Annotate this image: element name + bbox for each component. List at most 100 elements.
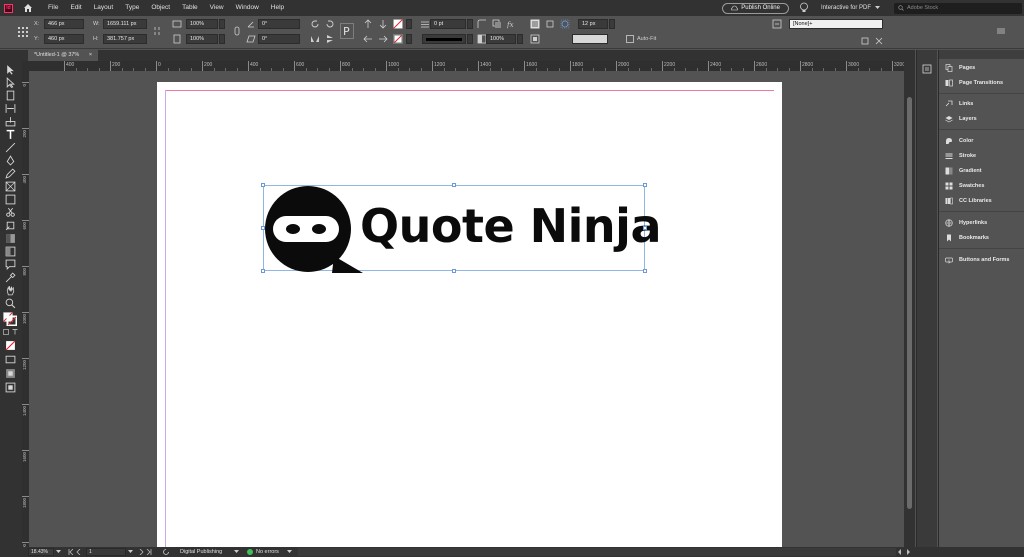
- panel-color[interactable]: Color: [945, 135, 973, 147]
- object-style-options-icon[interactable]: [860, 36, 870, 46]
- panel-bookmarks[interactable]: Bookmarks: [945, 232, 989, 244]
- stroke-type-selector[interactable]: [422, 34, 466, 44]
- panel-links[interactable]: Links: [945, 98, 973, 110]
- preflight-errors[interactable]: No errors: [256, 547, 279, 557]
- scroll-left-icon[interactable]: [897, 549, 902, 555]
- rectangle-frame-tool-icon[interactable]: [5, 181, 16, 192]
- note-tool-icon[interactable]: [5, 259, 16, 270]
- width-field[interactable]: 1659.111 px: [103, 19, 147, 29]
- horizontal-scrollbar[interactable]: [298, 548, 896, 556]
- x-field[interactable]: 466 px: [44, 19, 84, 29]
- hand-tool-icon[interactable]: [5, 285, 16, 296]
- fill-color-field[interactable]: [572, 34, 608, 44]
- panel-page-transitions[interactable]: Page Transitions: [945, 77, 1003, 89]
- vertical-scroll-thumb[interactable]: [907, 97, 912, 509]
- properties-panel-icon[interactable]: [922, 64, 932, 74]
- errors-dropdown-icon[interactable]: [287, 549, 292, 554]
- fill-stroke-swatches-icon[interactable]: [3, 312, 17, 326]
- frame-handle-bottom-left[interactable]: [261, 269, 265, 273]
- first-page-icon[interactable]: [68, 549, 74, 555]
- menu-table[interactable]: Table: [176, 0, 204, 16]
- fill-none-swatch-icon[interactable]: [393, 19, 403, 29]
- formatting-text-icon[interactable]: [12, 329, 18, 335]
- gpu-preview-icon[interactable]: [5, 382, 16, 393]
- frame-handle-bottom-right[interactable]: [643, 269, 647, 273]
- auto-fit-checkbox-icon[interactable]: [625, 34, 635, 44]
- next-page-icon[interactable]: [138, 549, 144, 555]
- apply-none-icon[interactable]: [5, 340, 16, 351]
- panel-dock-header[interactable]: [939, 50, 1024, 59]
- pencil-tool-icon[interactable]: [5, 168, 16, 179]
- panel-buttons-forms[interactable]: Buttons and Forms: [945, 254, 1009, 266]
- gap-tool-icon[interactable]: [5, 103, 16, 114]
- corner-options-icon[interactable]: [477, 19, 487, 29]
- logo-graphic-frame[interactable]: Quote Ninja: [261, 183, 661, 273]
- menu-help[interactable]: Help: [265, 0, 290, 16]
- lightbulb-icon[interactable]: [799, 2, 809, 14]
- content-collector-tool-icon[interactable]: [5, 116, 16, 127]
- y-field[interactable]: 460 px: [44, 34, 84, 44]
- screen-mode-icon[interactable]: [5, 354, 16, 365]
- panel-cc-libraries[interactable]: CC Libraries: [945, 195, 992, 207]
- text-wrap-shape-icon[interactable]: [560, 19, 570, 29]
- menu-view[interactable]: View: [204, 0, 230, 16]
- fitting-icon[interactable]: [530, 34, 540, 44]
- horizontal-ruler[interactable]: 400 200 0 200 400 600 800 1000 1200 1400 1600 1800 2…: [29, 61, 904, 71]
- scale-y-dropdown[interactable]: [219, 34, 225, 44]
- control-panel-menu-icon[interactable]: [996, 26, 1006, 36]
- menu-type[interactable]: Type: [119, 0, 145, 16]
- type-tool-icon[interactable]: [5, 129, 16, 140]
- object-style-selector[interactable]: [None]+: [789, 19, 883, 29]
- scroll-right-icon[interactable]: [906, 549, 911, 555]
- workspace-switcher[interactable]: Interactive for PDF: [821, 5, 880, 11]
- panel-gradient[interactable]: Gradient: [945, 165, 982, 177]
- select-next-icon[interactable]: [378, 34, 388, 44]
- flip-horizontal-icon[interactable]: [310, 34, 320, 44]
- frame-handle-top-left[interactable]: [261, 183, 265, 187]
- text-wrap-bounding-box-icon[interactable]: [545, 19, 555, 29]
- rotation-field[interactable]: 0°: [258, 19, 300, 29]
- panel-pages[interactable]: Pages: [945, 62, 975, 74]
- refresh-view-icon[interactable]: [162, 548, 170, 556]
- stroke-weight-field[interactable]: 0 pt: [430, 19, 466, 29]
- constrain-proportions-icon[interactable]: [152, 26, 162, 36]
- menu-window[interactable]: Window: [230, 0, 265, 16]
- drop-shadow-icon[interactable]: [492, 19, 502, 29]
- zoom-tool-icon[interactable]: [5, 298, 16, 309]
- stroke-swatch-icon[interactable]: [393, 34, 403, 44]
- home-icon[interactable]: [22, 2, 34, 14]
- preflight-profile[interactable]: Digital Publishing: [180, 547, 222, 557]
- panel-stroke[interactable]: Stroke: [945, 150, 976, 162]
- frame-handle-middle-right[interactable]: [643, 226, 647, 230]
- formatting-container-icon[interactable]: [3, 329, 9, 335]
- last-page-icon[interactable]: [146, 549, 152, 555]
- rotate-counterclockwise-icon[interactable]: [325, 19, 335, 29]
- scale-y-field[interactable]: 100%: [186, 34, 218, 44]
- panel-swatches[interactable]: Swatches: [945, 180, 984, 192]
- tab-close-icon[interactable]: ×: [89, 52, 92, 58]
- document-tab[interactable]: *Untitled-1 @ 37% ×: [28, 50, 99, 61]
- pasteboard[interactable]: Quote Ninja: [29, 71, 904, 547]
- gradient-feather-tool-icon[interactable]: [5, 246, 16, 257]
- pen-tool-icon[interactable]: [5, 155, 16, 166]
- menu-layout[interactable]: Layout: [88, 0, 120, 16]
- frame-handle-top-center[interactable]: [452, 183, 456, 187]
- select-container-icon[interactable]: [363, 19, 373, 29]
- select-content-icon[interactable]: [378, 19, 388, 29]
- preflight-dropdown-icon[interactable]: [234, 549, 239, 554]
- stroke-dropdown[interactable]: [406, 34, 412, 44]
- line-tool-icon[interactable]: [5, 142, 16, 153]
- adobe-stock-search-input[interactable]: Adobe Stock: [894, 2, 1022, 14]
- vertical-ruler[interactable]: 0200400600800100012001400160018002000: [22, 71, 29, 547]
- scissors-tool-icon[interactable]: [5, 207, 16, 218]
- vertical-scrollbar[interactable]: [904, 61, 915, 547]
- eyedropper-tool-icon[interactable]: [5, 272, 16, 283]
- flip-vertical-icon[interactable]: [325, 34, 335, 44]
- reference-point-icon[interactable]: [18, 27, 28, 37]
- constrain-scale-icon[interactable]: [232, 26, 242, 36]
- free-transform-tool-icon[interactable]: [5, 220, 16, 231]
- height-field[interactable]: 381.757 px: [103, 34, 147, 44]
- scale-x-field[interactable]: 100%: [186, 19, 218, 29]
- page-tool-icon[interactable]: [5, 90, 16, 101]
- preview-mode-icon[interactable]: [5, 368, 16, 379]
